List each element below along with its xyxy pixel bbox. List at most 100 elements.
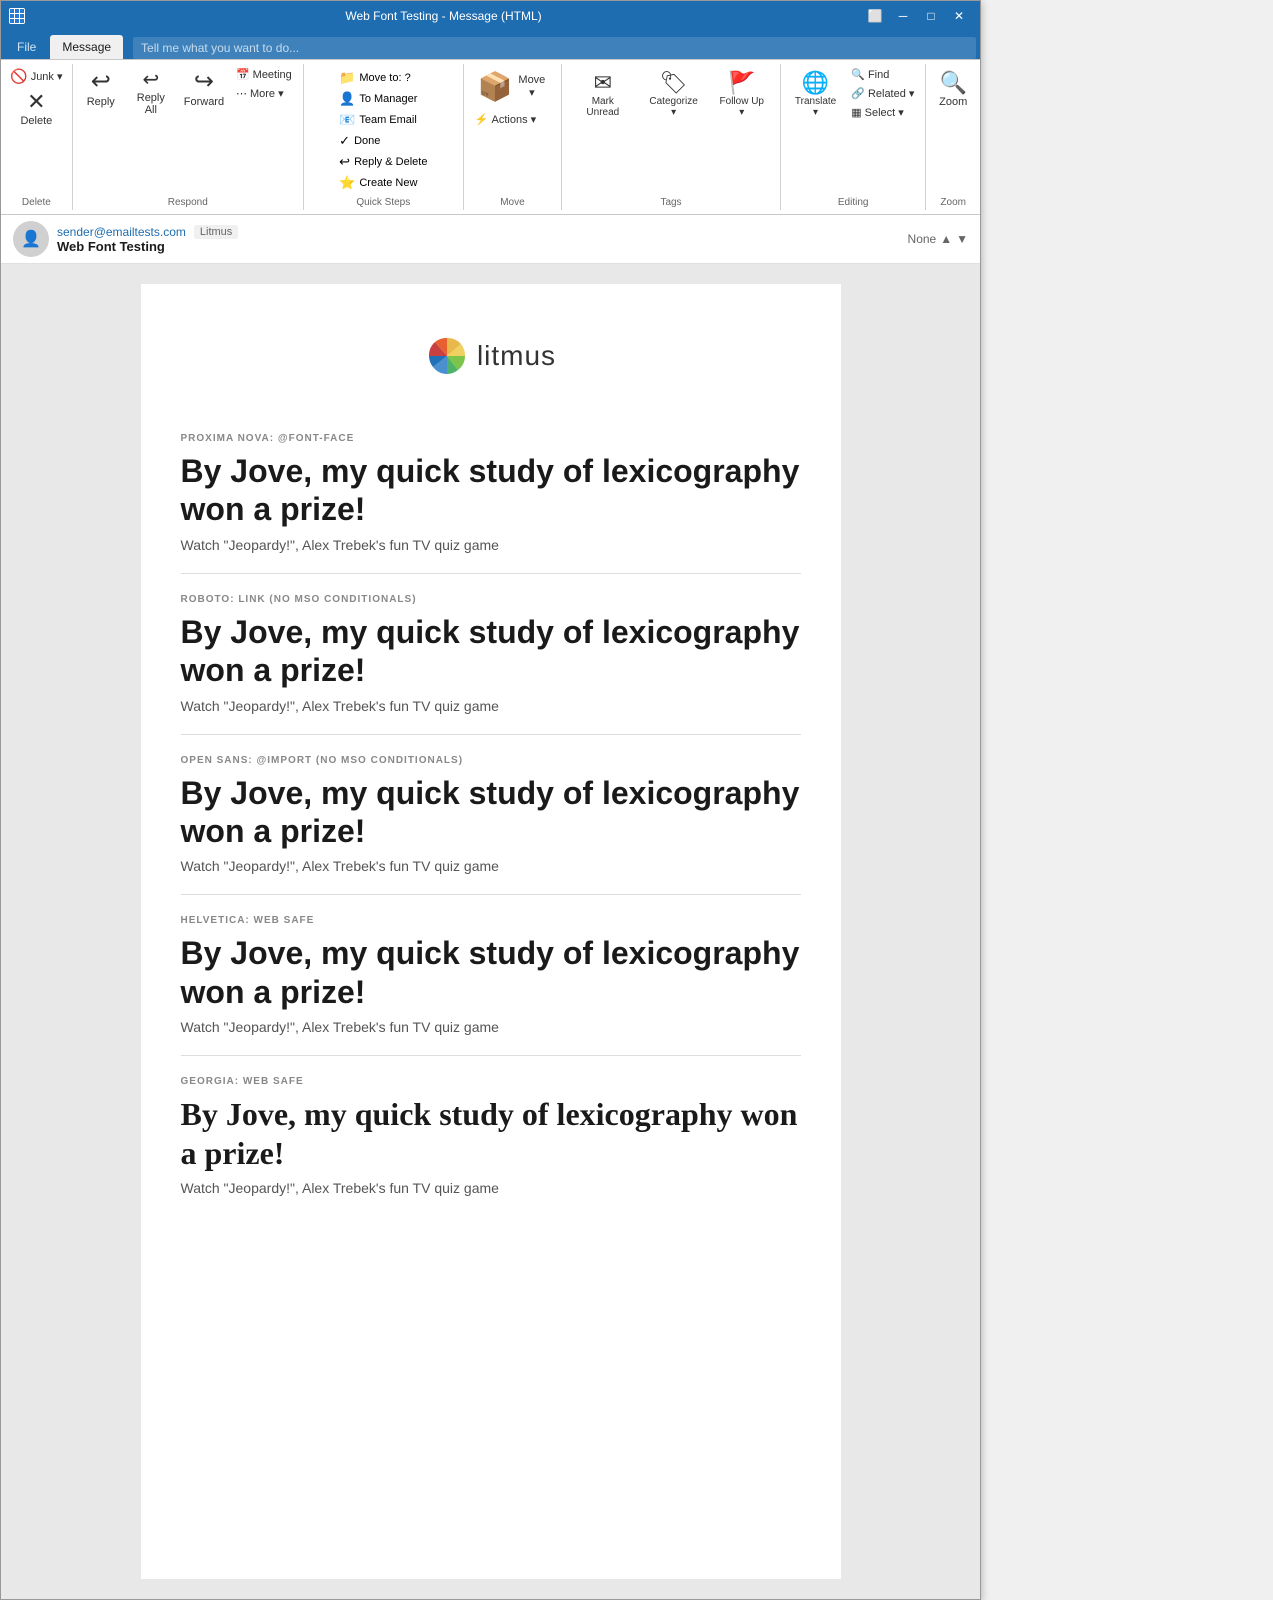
none-label: None <box>908 232 937 246</box>
font-heading-georgia: By Jove, my quick study of lexicography … <box>181 1095 801 1172</box>
sender-email[interactable]: sender@emailtests.com <box>57 225 186 239</box>
actions-icon: ⚡ <box>475 113 489 126</box>
minimize-button[interactable]: ─ <box>890 6 916 26</box>
qs-done-icon: ✓ <box>339 133 350 149</box>
reply-button[interactable]: ↩ Reply <box>79 66 123 112</box>
find-button[interactable]: 🔍 Find <box>846 66 919 83</box>
editing-group-buttons: 🌐 Translate ▾ 🔍 Find 🔗 Related ▾ <box>787 66 920 195</box>
forward-button[interactable]: ↪ Forward <box>179 66 229 112</box>
logo-text: litmus <box>477 340 556 372</box>
ribbon-group-quicksteps: 📁 Move to: ? 👤 To Manager 📧 Team Email <box>304 64 464 210</box>
close-button[interactable]: ✕ <box>946 6 972 26</box>
tab-file[interactable]: File <box>5 35 48 59</box>
qs-team-email[interactable]: 📧 Team Email <box>332 110 434 130</box>
junk-icon: 🚫 <box>10 68 27 85</box>
zoom-button[interactable]: 🔍 Zoom <box>931 66 975 112</box>
email-body: litmus PROXIMA NOVA: @FONT-FACE By Jove,… <box>141 284 841 1579</box>
ribbon-group-respond: ↩ Reply ↩ Reply All ↪ Forward 📅 <box>73 64 304 210</box>
font-section-proxima: PROXIMA NOVA: @FONT-FACE By Jove, my qui… <box>181 413 801 574</box>
font-body-proxima: Watch "Jeopardy!", Alex Trebek's fun TV … <box>181 537 801 553</box>
font-label-opensans: OPEN SANS: @IMPORT (NO MSO CONDITIONALS) <box>181 755 801 766</box>
font-body-opensans: Watch "Jeopardy!", Alex Trebek's fun TV … <box>181 858 801 874</box>
more-button[interactable]: ⋯ More ▾ <box>231 85 297 102</box>
avatar: 👤 <box>13 221 49 257</box>
avatar-icon: 👤 <box>21 229 41 249</box>
mark-unread-button[interactable]: ✉ Mark Unread <box>568 66 638 122</box>
font-heading-helvetica: By Jove, my quick study of lexicography … <box>181 934 801 1011</box>
font-section-roboto: ROBOTO: LINK (NO MSO CONDITIONALS) By Jo… <box>181 574 801 735</box>
font-section-helvetica: HELVETICA: WEB SAFE By Jove, my quick st… <box>181 895 801 1056</box>
font-heading-opensans: By Jove, my quick study of lexicography … <box>181 774 801 851</box>
ribbon-group-move: 📦 Move ▾ ⚡ Actions ▾ Move <box>464 64 562 210</box>
litmus-tag: Litmus <box>194 225 238 239</box>
reply-all-icon: ↩ <box>142 70 159 90</box>
restore-button[interactable]: ⬜ <box>862 6 888 26</box>
font-heading-proxima: By Jove, my quick study of lexicography … <box>181 452 801 529</box>
tab-message[interactable]: Message <box>50 35 123 59</box>
email-header: 👤 sender@emailtests.com Litmus Web Font … <box>1 215 980 264</box>
forward-icon: ↪ <box>194 70 214 94</box>
qs-reply-delete[interactable]: ↩ Reply & Delete <box>332 152 434 172</box>
ribbon: 🚫 Junk ▾ ✕ Delete Delete ↩ <box>1 59 980 215</box>
quicksteps-group-label: Quick Steps <box>356 197 410 208</box>
logo-area: litmus <box>181 314 801 413</box>
zoom-icon: 🔍 <box>939 70 966 96</box>
follow-up-icon: 🚩 <box>728 70 755 96</box>
ribbon-group-tags: ✉ Mark Unread 🏷 Categorize ▾ 🚩 Follow Up… <box>562 64 781 210</box>
tags-group-buttons: ✉ Mark Unread 🏷 Categorize ▾ 🚩 Follow Up… <box>568 66 774 195</box>
quick-steps-list: 📁 Move to: ? 👤 To Manager 📧 Team Email <box>328 66 438 195</box>
expand-arrow-down[interactable]: ▼ <box>956 232 968 246</box>
respond-group-label: Respond <box>168 197 208 208</box>
delete-button[interactable]: ✕ Delete <box>12 89 60 129</box>
meeting-button[interactable]: 📅 Meeting <box>231 66 297 83</box>
litmus-logo: litmus <box>425 334 556 378</box>
font-body-helvetica: Watch "Jeopardy!", Alex Trebek's fun TV … <box>181 1019 801 1035</box>
reply-all-button[interactable]: ↩ Reply All <box>125 66 177 120</box>
email-subject: Web Font Testing <box>57 239 900 254</box>
font-body-georgia: Watch "Jeopardy!", Alex Trebek's fun TV … <box>181 1180 801 1196</box>
junk-button[interactable]: 🚫 Junk ▾ <box>5 66 67 87</box>
follow-up-button[interactable]: 🚩 Follow Up ▾ <box>710 66 774 122</box>
translate-icon: 🌐 <box>802 70 829 96</box>
translate-button[interactable]: 🌐 Translate ▾ <box>787 66 844 122</box>
tags-group-label: Tags <box>660 197 681 208</box>
meeting-icon: 📅 <box>236 68 250 81</box>
qs-move-icon: 📁 <box>339 70 355 86</box>
qs-manager-icon: 👤 <box>339 91 355 107</box>
actions-button[interactable]: ⚡ Actions ▾ <box>470 111 541 128</box>
more-icon: ⋯ <box>236 87 247 100</box>
delete-group-label: Delete <box>22 197 51 208</box>
maximize-button[interactable]: □ <box>918 6 944 26</box>
window-controls: ⬜ ─ □ ✕ <box>862 6 972 26</box>
font-heading-roboto: By Jove, my quick study of lexicography … <box>181 613 801 690</box>
title-bar-left <box>9 8 25 24</box>
outlook-window: Web Font Testing - Message (HTML) ⬜ ─ □ … <box>0 0 981 1600</box>
tab-bar: File Message <box>1 31 980 59</box>
qs-to-manager[interactable]: 👤 To Manager <box>332 89 434 109</box>
related-button[interactable]: 🔗 Related ▾ <box>846 85 919 102</box>
select-button[interactable]: ▦ Select ▾ <box>846 104 919 121</box>
qs-team-icon: 📧 <box>339 112 355 128</box>
categorize-icon: 🏷 <box>660 70 688 96</box>
font-body-roboto: Watch "Jeopardy!", Alex Trebek's fun TV … <box>181 698 801 714</box>
move-group-buttons: 📦 Move ▾ ⚡ Actions ▾ <box>470 66 555 195</box>
font-label-proxima: PROXIMA NOVA: @FONT-FACE <box>181 433 801 444</box>
expand-arrow-up[interactable]: ▲ <box>940 232 952 246</box>
window-title: Web Font Testing - Message (HTML) <box>25 9 862 23</box>
qs-done[interactable]: ✓ Done <box>332 131 434 151</box>
email-body-container: litmus PROXIMA NOVA: @FONT-FACE By Jove,… <box>1 264 980 1599</box>
qs-create-new[interactable]: ⭐ Create New <box>332 173 434 193</box>
move-button[interactable]: 📦 Move ▾ <box>470 66 555 107</box>
zoom-group-buttons: 🔍 Zoom <box>931 66 975 195</box>
app-icon <box>9 8 25 24</box>
qs-move-to[interactable]: 📁 Move to: ? <box>332 68 434 88</box>
litmus-logo-icon <box>425 334 469 378</box>
search-input[interactable] <box>133 37 976 59</box>
categorize-button[interactable]: 🏷 Categorize ▾ <box>640 66 708 122</box>
font-label-helvetica: HELVETICA: WEB SAFE <box>181 915 801 926</box>
reply-icon: ↩ <box>91 70 111 94</box>
ribbon-group-editing: 🌐 Translate ▾ 🔍 Find 🔗 Related ▾ <box>781 64 926 210</box>
related-icon: 🔗 <box>851 87 865 100</box>
ribbon-content: 🚫 Junk ▾ ✕ Delete Delete ↩ <box>1 59 980 214</box>
font-label-roboto: ROBOTO: LINK (NO MSO CONDITIONALS) <box>181 594 801 605</box>
